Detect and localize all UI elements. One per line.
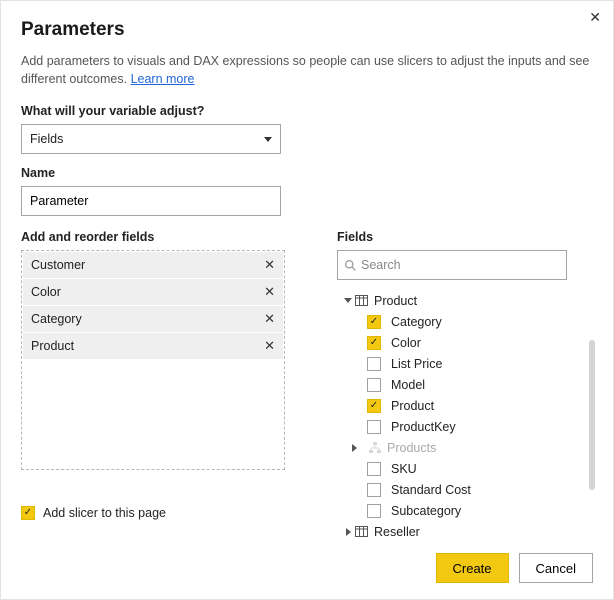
tree-field-row[interactable]: ✓ Color bbox=[367, 332, 593, 353]
table-icon bbox=[355, 295, 368, 306]
fields-column: Fields Search Product ✓ Category ✓ Color L… bbox=[303, 230, 593, 530]
reorder-box: Customer ✕ Color ✕ Category ✕ Product ✕ bbox=[21, 250, 285, 470]
name-label: Name bbox=[21, 166, 593, 180]
chevron-right-icon[interactable] bbox=[343, 528, 353, 536]
tree-field-row[interactable]: Standard Cost bbox=[367, 479, 593, 500]
learn-more-link[interactable]: Learn more bbox=[131, 72, 195, 86]
reorder-label: Add and reorder fields bbox=[21, 230, 303, 244]
reorder-item-label: Category bbox=[31, 312, 82, 326]
hierarchy-icon bbox=[369, 442, 381, 454]
field-checkbox[interactable] bbox=[367, 504, 381, 518]
tree-table-label: Product bbox=[374, 294, 417, 308]
fields-tree: Product ✓ Category ✓ Color List Price Mode… bbox=[337, 290, 593, 530]
parameters-dialog: ✕ Parameters Add parameters to visuals a… bbox=[0, 0, 614, 600]
description-text: Add parameters to visuals and DAX expres… bbox=[21, 54, 589, 86]
tree-field-label: Category bbox=[391, 315, 442, 329]
tree-field-label: SKU bbox=[391, 462, 417, 476]
reorder-item[interactable]: Customer ✕ bbox=[23, 252, 283, 279]
add-slicer-label: Add slicer to this page bbox=[43, 506, 166, 520]
remove-icon[interactable]: ✕ bbox=[264, 338, 275, 354]
close-icon[interactable]: ✕ bbox=[589, 9, 601, 26]
reorder-item-label: Product bbox=[31, 339, 74, 353]
tree-field-row[interactable]: Model bbox=[367, 374, 593, 395]
field-checkbox[interactable] bbox=[367, 357, 381, 371]
reorder-item-label: Customer bbox=[31, 258, 85, 272]
tree-field-label: ProductKey bbox=[391, 420, 456, 434]
dialog-title: Parameters bbox=[21, 19, 593, 41]
tree-field-row[interactable]: Subcategory bbox=[367, 500, 593, 521]
reorder-item[interactable]: Category ✕ bbox=[23, 306, 283, 333]
table-icon bbox=[355, 526, 368, 537]
cancel-button[interactable]: Cancel bbox=[519, 553, 593, 583]
reorder-item-label: Color bbox=[31, 285, 61, 299]
create-button[interactable]: Create bbox=[436, 553, 509, 583]
variable-adjust-label: What will your variable adjust? bbox=[21, 104, 593, 118]
reorder-column: Add and reorder fields Customer ✕ Color … bbox=[21, 230, 303, 530]
tree-field-label: Subcategory bbox=[391, 504, 461, 518]
field-checkbox[interactable] bbox=[367, 378, 381, 392]
tree-field-row[interactable]: ✓ Product bbox=[367, 395, 593, 416]
name-input-field[interactable] bbox=[30, 194, 272, 208]
tree-field-label: List Price bbox=[391, 357, 442, 371]
chevron-down-icon[interactable] bbox=[343, 298, 353, 303]
scrollbar[interactable] bbox=[589, 340, 595, 490]
name-input[interactable] bbox=[21, 186, 281, 216]
tree-field-row[interactable]: ProductKey bbox=[367, 416, 593, 437]
remove-icon[interactable]: ✕ bbox=[264, 284, 275, 300]
dialog-description: Add parameters to visuals and DAX expres… bbox=[21, 53, 593, 88]
field-checkbox[interactable] bbox=[367, 462, 381, 476]
tree-field-row[interactable]: ✓ Category bbox=[367, 311, 593, 332]
reorder-item[interactable]: Color ✕ bbox=[23, 279, 283, 306]
fields-search-input[interactable]: Search bbox=[337, 250, 567, 280]
remove-icon[interactable]: ✕ bbox=[264, 257, 275, 273]
tree-field-row[interactable]: SKU bbox=[367, 458, 593, 479]
tree-field-label: Model bbox=[391, 378, 425, 392]
tree-table-row[interactable]: Reseller bbox=[343, 521, 593, 542]
remove-icon[interactable]: ✕ bbox=[264, 311, 275, 327]
tree-table-row[interactable]: Product bbox=[343, 290, 593, 311]
variable-adjust-select[interactable]: Fields bbox=[21, 124, 281, 154]
add-slicer-checkbox[interactable]: ✓ bbox=[21, 506, 35, 520]
reorder-item[interactable]: Product ✕ bbox=[23, 333, 283, 360]
dialog-footer: Create Cancel bbox=[436, 553, 594, 583]
field-checkbox[interactable]: ✓ bbox=[367, 336, 381, 350]
fields-label: Fields bbox=[337, 230, 593, 244]
tree-field-label: Products bbox=[387, 441, 436, 455]
field-checkbox[interactable] bbox=[367, 483, 381, 497]
add-slicer-row[interactable]: ✓ Add slicer to this page bbox=[21, 506, 303, 520]
field-checkbox[interactable]: ✓ bbox=[367, 399, 381, 413]
search-placeholder: Search bbox=[361, 258, 401, 272]
tree-field-label: Product bbox=[391, 399, 434, 413]
field-checkbox[interactable] bbox=[367, 420, 381, 434]
tree-field-label: Standard Cost bbox=[391, 483, 471, 497]
chevron-right-icon[interactable] bbox=[349, 444, 359, 452]
tree-children: ✓ Category ✓ Color List Price Model ✓ Produ… bbox=[367, 311, 593, 521]
tree-field-row[interactable]: List Price bbox=[367, 353, 593, 374]
tree-field-label: Color bbox=[391, 336, 421, 350]
tree-table-label: Reseller bbox=[374, 525, 420, 539]
variable-adjust-value: Fields bbox=[30, 132, 63, 146]
search-icon bbox=[344, 259, 357, 272]
field-checkbox[interactable]: ✓ bbox=[367, 315, 381, 329]
tree-hierarchy-row[interactable]: Products bbox=[349, 437, 593, 458]
chevron-down-icon bbox=[264, 137, 272, 142]
